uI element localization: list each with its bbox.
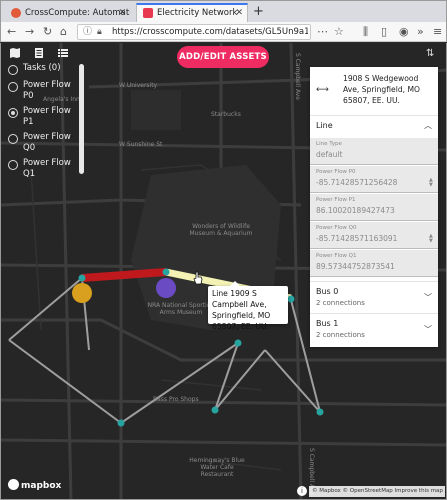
poi-label: Starbucks [211, 111, 241, 118]
tab-electricity-network[interactable]: Electricity Network ✕ [136, 3, 248, 23]
radio-button[interactable] [8, 82, 18, 92]
document-icon[interactable] [33, 47, 45, 59]
layer-item-power-flow-q0[interactable]: Power Flow Q0 [4, 132, 86, 155]
bus-title: Bus 0 [316, 287, 339, 296]
electricity-favicon-icon [143, 8, 153, 18]
field-label: Line Type [316, 141, 342, 147]
sort-arrows-icon[interactable]: ⇅ [426, 48, 434, 59]
number-spinner-icon[interactable]: ▲ ▼ [429, 234, 435, 244]
info-icon[interactable]: ⓘ [83, 26, 92, 38]
poi-label: NRA National Sporting Arms Museum [147, 302, 215, 316]
field-label: Power Flow P1 [316, 197, 356, 203]
field-value[interactable]: -85.71428571256428 [316, 178, 397, 187]
map-icon[interactable] [9, 47, 21, 59]
library-icon[interactable]: ⫼ [363, 24, 368, 40]
layer-item-power-flow-q1[interactable]: Power Flow Q1 [4, 158, 86, 181]
number-spinner-icon[interactable]: ▲ ▼ [429, 178, 435, 188]
layer-item-power-flow-p1[interactable]: Power Flow P1 [4, 106, 86, 129]
poi-label: Wonders of Wildlife Museum & Aquarium [189, 223, 253, 237]
poi-label: Hemingway's Blue Water Cafe Restaurant [189, 457, 245, 478]
street-label: W Sunshine St [119, 141, 163, 148]
extension-icon[interactable]: » [417, 24, 424, 40]
field-value[interactable]: 89.57344752873541 [316, 262, 395, 271]
power-flow-p1-field[interactable]: Power Flow P1 86.10020189427473 [310, 194, 438, 221]
lock-icon: 🔒︎ [97, 27, 102, 37]
mapbox-logo[interactable]: mapbox [8, 479, 61, 491]
field-value[interactable]: 86.10020189427473 [316, 206, 395, 215]
tab-title: Electricity Network [157, 8, 238, 18]
layer-label: Power Flow P0 [23, 80, 71, 101]
layer-label: Tasks (0) [23, 63, 61, 73]
account-icon[interactable]: ◉ [399, 24, 409, 40]
line-segment-icon: ⟷ [316, 85, 329, 95]
line-section-header[interactable]: Line ︿ [310, 115, 438, 137]
layer-scrollbar[interactable] [79, 64, 84, 174]
browser-nav-bar: ← → ↻ ⌂ ⓘ 🔒︎ https://crosscompute.com/da… [0, 22, 447, 42]
line-type-field[interactable]: Line Type default [310, 138, 438, 165]
field-label: Power Flow Q0 [316, 225, 357, 231]
radio-button[interactable] [8, 65, 18, 75]
field-value[interactable]: default [316, 150, 342, 159]
power-flow-q0-field[interactable]: Power Flow Q0 -85.71428571163091 ▲ ▼ [310, 222, 438, 249]
section-title: Line [316, 121, 333, 130]
hand-cursor-icon [193, 271, 203, 285]
bus-title: Bus 1 [316, 319, 339, 328]
layer-label: Power Flow Q0 [23, 132, 71, 153]
chevron-down-icon[interactable]: ﹀ [424, 324, 432, 335]
info-icon[interactable]: i [297, 486, 307, 496]
power-flow-p0-field[interactable]: Power Flow P0 -85.71428571256428 ▲ ▼ [310, 166, 438, 193]
tab-crosscompute[interactable]: CrossCompute: Automati ✕ [5, 3, 130, 23]
chevron-up-icon[interactable]: ︿ [424, 120, 432, 131]
street-label: W University [119, 82, 158, 89]
crosscompute-favicon-icon [11, 8, 21, 18]
mapbox-logo-icon [8, 479, 19, 490]
list-icon[interactable] [57, 47, 69, 59]
bus-connections: 2 connections [316, 299, 365, 307]
url-bar[interactable]: ⓘ 🔒︎ https://crosscompute.com/datasets/G… [77, 24, 311, 40]
field-label: Power Flow Q1 [316, 253, 357, 259]
power-flow-q1-field[interactable]: Power Flow Q1 89.57344752873541 [310, 250, 438, 277]
layer-label: Power Flow Q1 [23, 158, 71, 179]
layer-item-power-flow-p0[interactable]: Power Flow P0 [4, 80, 86, 103]
field-label: Power Flow P0 [316, 169, 356, 175]
menu-dots-icon[interactable]: ⋯ [317, 24, 328, 40]
url-text[interactable]: https://crosscompute.com/datasets/GL5Un9… [112, 25, 308, 39]
bus-1-item[interactable]: Bus 1 2 connections ﹀ [310, 313, 438, 345]
street-label: S Campbell Ave [294, 53, 301, 100]
map-attribution[interactable]: © Mapbox © OpenStreetMap Improve this ma… [309, 486, 445, 497]
radio-button[interactable] [8, 134, 18, 144]
radio-button[interactable] [8, 108, 18, 118]
field-value[interactable]: -85.71428571163091 [316, 234, 397, 243]
layer-label: Power Flow P1 [23, 106, 71, 127]
hamburger-menu-icon[interactable]: ≡ [433, 24, 442, 40]
layer-list: Tasks (0) Power Flow P0 Power Flow P1 Po… [4, 63, 86, 184]
reload-icon[interactable]: ↻ [43, 24, 52, 40]
new-tab-icon[interactable]: + [253, 3, 264, 21]
asset-details-panel: ⟷ 1908 S Wedgewood Ave, Springfield, MO … [310, 67, 438, 347]
back-icon[interactable]: ← [7, 24, 16, 40]
mapbox-logo-text: mapbox [21, 481, 62, 491]
bus-connections: 2 connections [316, 331, 365, 339]
close-tab-icon[interactable]: ✕ [235, 5, 243, 22]
bus-0-item[interactable]: Bus 0 2 connections ﹀ [310, 281, 438, 313]
home-icon[interactable]: ⌂ [60, 24, 67, 40]
close-tab-icon[interactable]: ✕ [118, 3, 126, 23]
forward-icon[interactable]: → [25, 24, 34, 40]
layer-item-tasks[interactable]: Tasks (0) [4, 63, 86, 77]
radio-button[interactable] [8, 160, 18, 170]
browser-tab-bar: CrossCompute: Automati ✕ Electricity Net… [0, 0, 447, 23]
line-tooltip: Line 1909 S Campbell Ave, Springfield, M… [208, 281, 288, 331]
sidebar-icon[interactable]: ▯ [381, 24, 387, 40]
tab-title: CrossCompute: Automati [25, 8, 130, 18]
bookmark-icon[interactable]: ☆ [334, 24, 344, 40]
add-edit-assets-button[interactable]: ADD/EDIT ASSETS [177, 46, 269, 68]
poi-label: Bass Pro Shops [153, 396, 199, 403]
asset-address: 1908 S Wedgewood Ave, Springfield, MO 65… [343, 74, 420, 105]
chevron-down-icon[interactable]: ﹀ [424, 292, 432, 303]
